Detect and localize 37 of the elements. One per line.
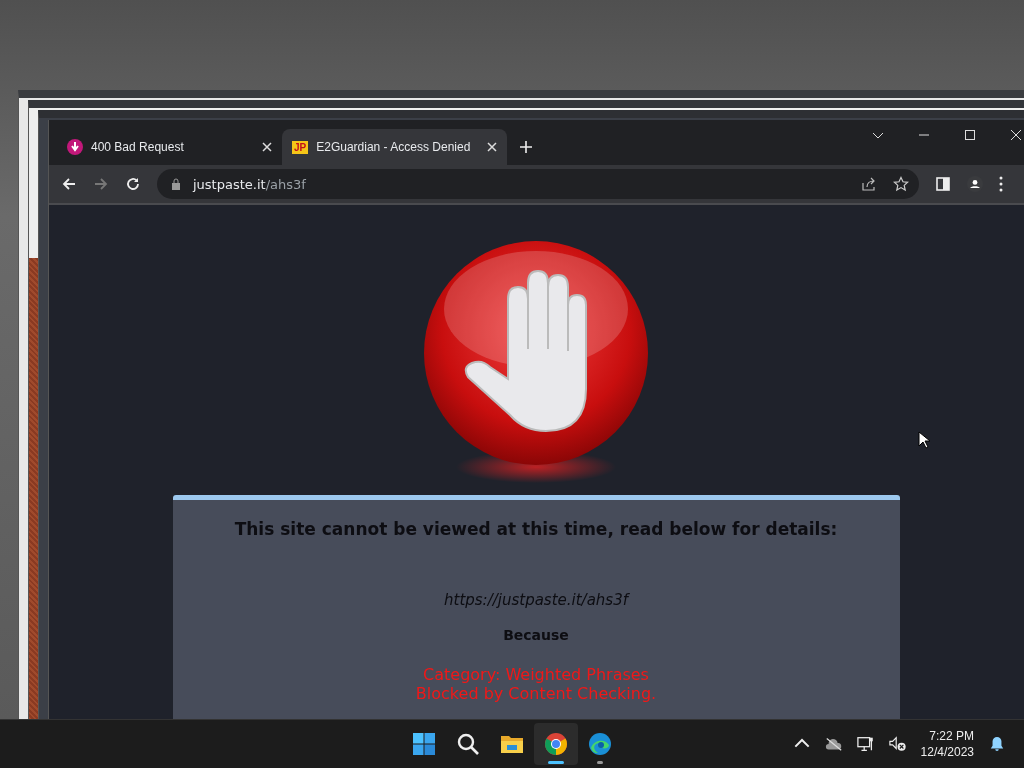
running-indicator <box>597 761 603 764</box>
clock-date: 12/4/2023 <box>920 744 974 760</box>
maximize-icon[interactable] <box>964 129 976 141</box>
reload-icon[interactable] <box>125 176 141 192</box>
windows-icon[interactable] <box>412 732 436 756</box>
running-indicator <box>548 761 564 764</box>
close-icon[interactable] <box>1010 129 1022 141</box>
block-reason: Blocked by Content Checking. <box>415 684 657 703</box>
download-icon <box>67 139 83 155</box>
notification-bell-icon[interactable] <box>988 736 1006 752</box>
side-panel-icon[interactable] <box>935 176 951 192</box>
site-logo: JP <box>292 140 309 154</box>
search-icon[interactable] <box>456 732 480 756</box>
because-label: Because <box>503 627 569 643</box>
lock-icon <box>171 178 181 190</box>
menu-icon[interactable] <box>999 176 1003 192</box>
close-icon[interactable] <box>487 142 497 152</box>
mouse-cursor-icon <box>918 431 930 449</box>
message-heading: This site cannot be viewed at this time, read below for details: <box>234 519 838 539</box>
browser-tab[interactable]: JP E2Guardian - Access Denied <box>282 129 507 165</box>
new-tab-icon[interactable] <box>519 140 533 154</box>
chrome-icon[interactable] <box>544 732 568 756</box>
star-icon[interactable] <box>893 176 909 192</box>
cloud-off-icon[interactable] <box>824 736 843 752</box>
clock[interactable]: 7:22 PM 12/4/2023 <box>920 728 974 760</box>
back-icon[interactable] <box>61 176 77 192</box>
forward-icon[interactable] <box>93 176 109 192</box>
blocked-url: https://justpaste.it/ahs3f <box>444 591 628 609</box>
share-icon[interactable] <box>861 176 877 192</box>
edge-icon[interactable] <box>588 732 612 756</box>
network-icon[interactable] <box>856 736 875 752</box>
browser-tab[interactable]: 400 Bad Request <box>57 129 282 165</box>
address-bar[interactable]: justpaste.it/ahs3f <box>157 169 919 199</box>
volume-muted-icon[interactable] <box>888 736 907 752</box>
block-reason: Category: Weighted Phrases <box>423 665 649 684</box>
clock-time: 7:22 PM <box>929 728 974 744</box>
close-icon[interactable] <box>262 142 272 152</box>
